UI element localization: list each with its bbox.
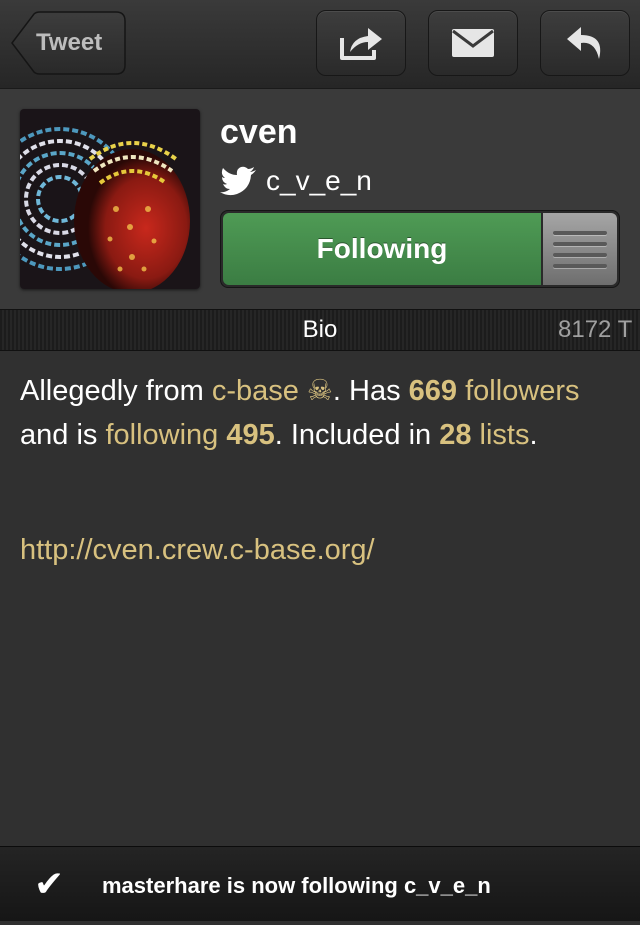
following-link[interactable]: following <box>105 419 218 451</box>
followers-link[interactable]: followers <box>465 375 579 407</box>
tab-tweets[interactable]: 8172 T <box>558 310 632 350</box>
handle: c_v_e_n <box>266 165 372 196</box>
reply-button[interactable] <box>540 10 630 76</box>
lists-link[interactable]: lists <box>480 419 530 451</box>
avatar[interactable] <box>20 109 200 289</box>
list-lines-icon <box>553 230 607 235</box>
share-arrow-icon <box>340 28 382 60</box>
list-lines-icon <box>553 263 607 268</box>
display-name: cven <box>220 113 298 151</box>
c-base-link[interactable]: c-base ☠ <box>212 375 333 407</box>
share-button[interactable] <box>316 10 406 76</box>
back-button-label: Tweet <box>36 29 103 56</box>
envelope-icon <box>452 29 494 57</box>
profile-url-link[interactable]: http://cven.crew.c-base.org/ <box>20 534 375 567</box>
reply-arrow-icon <box>567 27 601 59</box>
bio-text-part: Allegedly from <box>20 375 212 407</box>
notification-text: masterhare is now following c_v_e_n <box>102 873 491 898</box>
avatar-image <box>20 109 200 289</box>
profile-header: cven c_v_e_n Following <box>0 89 640 309</box>
following-count-link[interactable]: 495 <box>226 419 274 451</box>
following-button[interactable]: Following <box>223 213 541 285</box>
list-lines-icon <box>553 252 607 257</box>
top-toolbar: Tweet <box>0 0 640 89</box>
following-toggle[interactable]: Following <box>220 210 620 288</box>
handle-row: c_v_e_n <box>220 163 372 199</box>
follow-options-button[interactable] <box>543 213 617 285</box>
list-lines-icon <box>553 241 607 246</box>
profile-tab-strip: Bio 8172 T <box>0 309 640 351</box>
bio-text-part: . Included in <box>274 419 440 451</box>
mail-button[interactable] <box>428 10 518 76</box>
follow-notification-bar: ✔ masterhare is now following c_v_e_n <box>0 846 640 921</box>
followers-count-link[interactable]: 669 <box>409 375 457 407</box>
back-button[interactable]: Tweet <box>10 11 126 75</box>
twitter-bird-icon <box>220 166 256 196</box>
bio-text-part: . Has <box>332 375 409 407</box>
bio-text: Allegedly from c-base ☠. Has 669 followe… <box>20 369 624 457</box>
bio-text-part: . <box>529 419 538 451</box>
lists-count-link[interactable]: 28 <box>439 419 471 451</box>
tab-bio[interactable]: Bio <box>0 310 640 350</box>
bio-text-part: and is <box>20 419 106 451</box>
checkmark-icon: ✔ <box>34 863 65 904</box>
